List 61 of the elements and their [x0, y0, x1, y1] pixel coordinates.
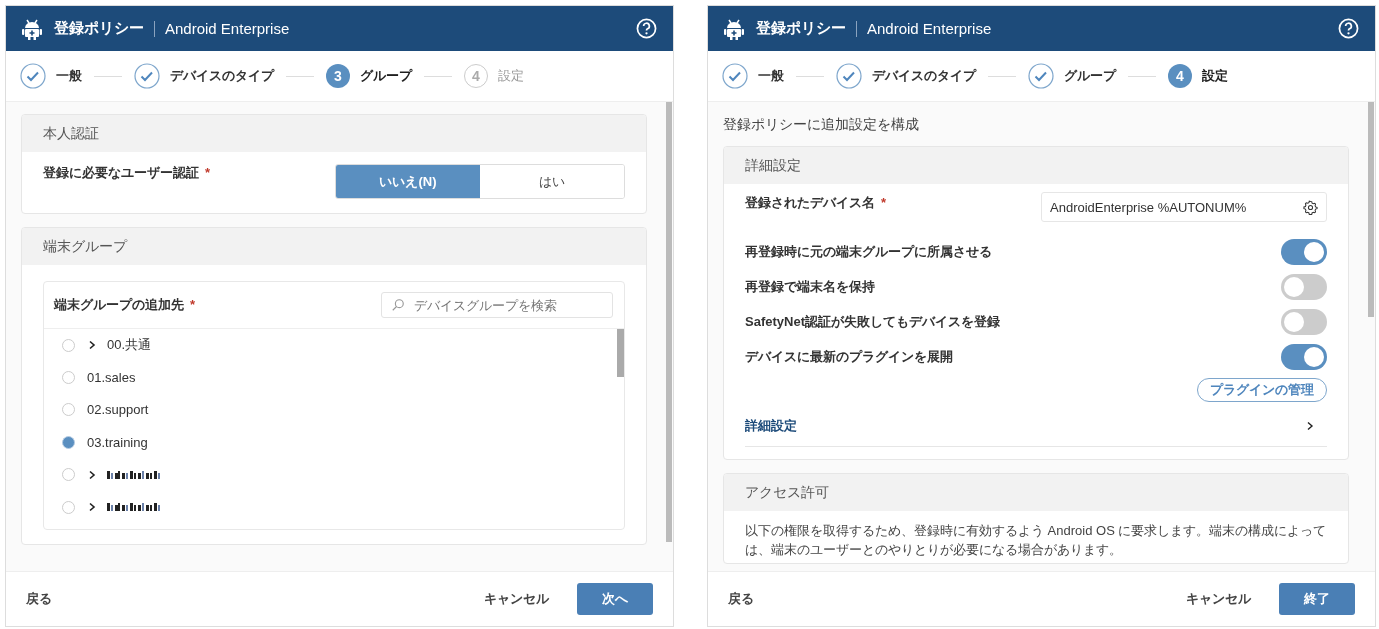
back-button[interactable]: 戻る	[20, 589, 58, 609]
step-label: 一般	[56, 67, 82, 85]
toggle-switch[interactable]	[1281, 273, 1327, 300]
chevron-right-icon[interactable]	[87, 340, 97, 351]
section-heading: 詳細設定	[724, 147, 1348, 184]
intro-text: 登録ポリシーに追加設定を構成	[723, 116, 920, 134]
window-title: 登録ポリシー	[54, 19, 144, 38]
android-icon	[22, 17, 42, 40]
group-name[interactable]: 01.sales	[87, 370, 136, 386]
scrollbar[interactable]	[617, 329, 624, 377]
group-name[interactable]: 03.training	[87, 434, 148, 450]
product-name: Android Enterprise	[165, 20, 290, 37]
chevron-right-icon[interactable]	[1305, 421, 1315, 431]
field-label: 登録されたデバイス名 *	[745, 194, 887, 212]
step-label: 設定	[1202, 67, 1228, 85]
section-heading: 本人認証	[22, 115, 646, 152]
redacted-name-drawing	[107, 470, 163, 479]
manage-plugins-button[interactable]: プラグインの管理	[1197, 378, 1327, 402]
scrollbar[interactable]	[666, 102, 672, 542]
setting-label: デバイスに最新のプラグインを展開	[745, 347, 953, 366]
back-button[interactable]: 戻る	[722, 589, 760, 609]
chevron-right-icon[interactable]	[87, 469, 97, 480]
step-label: デバイスのタイプ	[170, 67, 274, 85]
field-label: 端末グループの追加先 *	[54, 296, 196, 314]
step-label: デバイスのタイプ	[872, 67, 976, 85]
help-icon[interactable]	[1338, 18, 1359, 39]
step-number: 3	[326, 64, 350, 88]
step-label: 設定	[498, 67, 524, 85]
search-field[interactable]: デバイスグループを検索	[381, 292, 613, 318]
step-label: グループ	[360, 67, 412, 85]
redacted-name-drawing	[107, 503, 163, 512]
help-icon[interactable]	[636, 18, 657, 39]
toggle-switch[interactable]	[1281, 238, 1327, 265]
section-heading: アクセス許可	[724, 474, 1348, 511]
step-label: 一般	[758, 67, 784, 85]
settings-icon[interactable]	[1303, 199, 1318, 215]
search-icon	[391, 298, 405, 312]
product-name: Android Enterprise	[867, 20, 992, 37]
scrollbar[interactable]	[1368, 102, 1374, 317]
step-label: グループ	[1064, 67, 1116, 85]
group-name[interactable]: 00.共通	[107, 336, 152, 355]
setting-label: 再登録で端末名を保持	[745, 277, 875, 296]
toggle-switch[interactable]	[1281, 308, 1327, 335]
toggle-switch[interactable]	[1281, 343, 1327, 370]
primary-button[interactable]: 終了	[1279, 583, 1355, 615]
step-number: 4	[1168, 64, 1192, 88]
group-name[interactable]: 02.support	[87, 402, 149, 418]
cancel-button[interactable]: キャンセル	[1180, 589, 1257, 609]
setting-label: 再登録時に元の端末グループに所属させる	[745, 242, 992, 261]
cancel-button[interactable]: キャンセル	[478, 589, 555, 609]
setting-label: SafetyNet認証が失敗してもデバイスを登録	[745, 312, 1000, 331]
advanced-settings-link[interactable]: 詳細設定	[745, 417, 797, 435]
field-label: 登録に必要なユーザー認証 *	[43, 164, 211, 182]
chevron-right-icon[interactable]	[87, 502, 97, 513]
primary-button[interactable]: 次へ	[577, 583, 653, 615]
device-name-field[interactable]: AndroidEnterprise %AUTONUM%	[1041, 192, 1327, 222]
description-text: 以下の権限を取得するため、登録時に有効するよう Android OS に要求します。端末の構成によっては、端末のユーザーとのやりとりが必要になる場合があります。	[744, 522, 1328, 559]
radio-button[interactable]	[62, 435, 75, 449]
android-icon	[724, 17, 744, 40]
section-heading: 端末グループ	[22, 228, 646, 265]
window-title: 登録ポリシー	[756, 19, 846, 38]
